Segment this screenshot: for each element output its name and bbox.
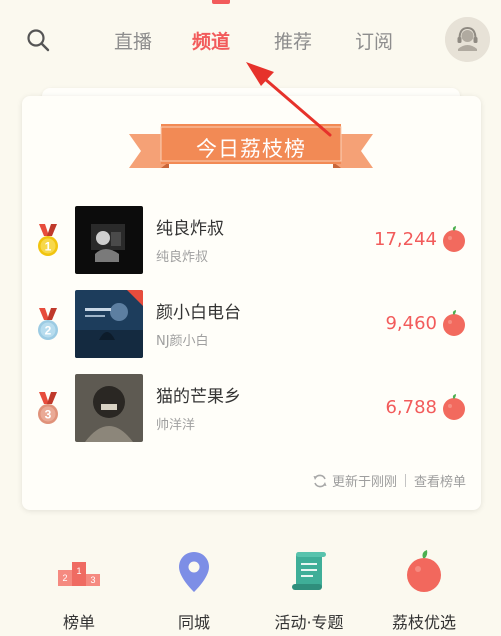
podium-icon: 1 2 3: [58, 562, 100, 586]
bottom-nav-chart[interactable]: 1 2 3 榜单: [29, 548, 129, 636]
tab-channel[interactable]: 频道: [192, 27, 230, 54]
bottom-nav-label: 榜单: [62, 613, 95, 632]
lychee-count: 6,788: [385, 397, 437, 418]
lychee-icon: [443, 226, 465, 252]
user-avatar-icon[interactable]: [445, 17, 490, 62]
medal-rank: 2: [45, 324, 52, 338]
ranking-card: 今日荔枝榜 1 纯良炸叔 纯良炸叔 17,244 2 颜小白电台 NJ颜小白 9…: [22, 96, 481, 510]
bronze-medal-icon: 3: [38, 392, 58, 424]
program-name: 猫的芒果乡: [156, 387, 241, 407]
program-name: 纯良炸叔: [156, 219, 224, 239]
gold-medal-icon: 1: [38, 224, 58, 256]
lychee-icon: [443, 310, 465, 336]
album-cover-image: [75, 290, 143, 358]
bottom-nav-city[interactable]: 同城: [144, 548, 244, 636]
lychee-count: 9,460: [385, 313, 437, 334]
lychee-icon: [443, 394, 465, 420]
medal-rank: 1: [45, 240, 52, 254]
host-name: NJ颜小白: [156, 334, 209, 349]
ranking-row[interactable]: 2 颜小白电台 NJ颜小白 9,460: [22, 290, 481, 358]
updated-status: 更新于刚刚: [331, 475, 397, 490]
tab-live[interactable]: 直播: [114, 27, 152, 54]
ranking-card-footer: 更新于刚刚 查看榜单: [312, 471, 466, 490]
ranking-row[interactable]: 3 猫的芒果乡 帅洋洋 6,788: [22, 374, 481, 442]
program-name: 颜小白电台: [156, 303, 241, 323]
svg-text:3: 3: [90, 575, 95, 585]
ranking-title: 今日荔枝榜: [196, 137, 306, 161]
top-navigation: 直播 频道 推荐 订阅: [0, 0, 501, 80]
lychee-count: 17,244: [374, 229, 437, 250]
active-tab-indicator: [212, 0, 230, 4]
host-name: 纯良炸叔: [156, 250, 209, 265]
ranking-row[interactable]: 1 纯良炸叔 纯良炸叔 17,244: [22, 206, 481, 274]
svg-text:1: 1: [76, 566, 81, 576]
search-icon[interactable]: [26, 28, 50, 52]
silver-medal-icon: 2: [38, 308, 58, 340]
svg-text:2: 2: [62, 573, 67, 583]
refresh-icon: [313, 474, 327, 487]
tab-recommend[interactable]: 推荐: [274, 27, 312, 54]
album-cover-image: [75, 374, 143, 442]
bottom-nav-label: 同城: [177, 613, 210, 632]
tab-subscribe[interactable]: 订阅: [355, 27, 393, 54]
scroll-icon: [292, 552, 326, 590]
album-cover-image: [75, 206, 143, 274]
bottom-nav-label: 活动·专题: [274, 613, 344, 632]
footer-divider: [404, 474, 406, 487]
ranking-title-ribbon: 今日荔枝榜: [129, 124, 373, 168]
medal-rank: 3: [45, 408, 52, 422]
lychee-icon: [407, 550, 441, 592]
view-chart-link[interactable]: 查看榜单: [414, 471, 466, 490]
bottom-nav-select[interactable]: 荔枝优选: [374, 548, 474, 636]
bottom-nav-label: 荔枝优选: [391, 613, 456, 632]
host-name: 帅洋洋: [156, 418, 196, 433]
bottom-nav-events[interactable]: 活动·专题: [259, 548, 359, 636]
location-pin-icon: [179, 552, 209, 592]
